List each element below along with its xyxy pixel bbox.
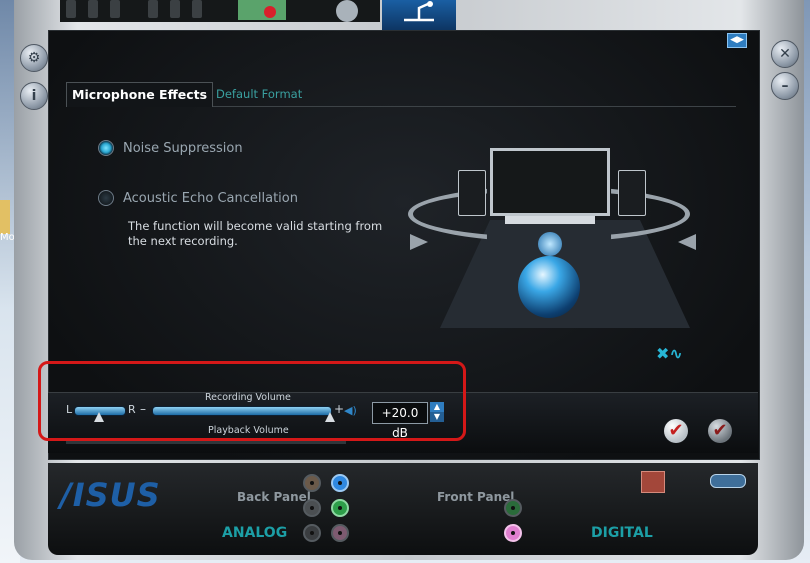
device-slot[interactable] [88, 0, 98, 18]
back-panel-label: Back Panel [237, 490, 311, 504]
gear-icon[interactable]: ⚙ [20, 44, 48, 72]
top-device-strip [60, 0, 380, 22]
highlight-box [38, 361, 466, 441]
tab-microphone-effects[interactable]: Microphone Effects [66, 82, 214, 107]
noise-suppression-radio[interactable] [98, 140, 114, 156]
tab-default-format[interactable]: Default Format [216, 82, 302, 106]
device-slot[interactable] [170, 0, 180, 18]
asus-logo: /ISUS [60, 476, 161, 514]
jack-back-6[interactable] [331, 524, 349, 542]
environment-tab[interactable] [238, 0, 286, 20]
play-icon[interactable] [336, 0, 358, 22]
note-line-2: the next recording. [128, 234, 238, 248]
jack-front-1[interactable] [504, 499, 522, 517]
front-panel-label: Front Panel [437, 490, 515, 504]
mute-effect-icon[interactable]: ✖∿ [656, 344, 688, 366]
left-arrow-icon [410, 234, 428, 250]
record-dot-icon [264, 6, 276, 18]
jack-back-2[interactable] [331, 474, 349, 492]
microphone-stand-icon [404, 1, 434, 22]
microphone-device-tab[interactable] [382, 0, 456, 32]
jack-back-1[interactable] [303, 474, 321, 492]
microphone-head-icon [538, 232, 562, 256]
right-speaker-icon [618, 170, 646, 216]
jack-front-2[interactable] [504, 524, 522, 542]
microphone-sphere-icon [518, 256, 580, 318]
jack-back-4[interactable] [331, 499, 349, 517]
jack-back-3[interactable] [303, 499, 321, 517]
device-slot[interactable] [192, 0, 202, 18]
device-slot[interactable] [66, 0, 76, 18]
jack-back-5[interactable] [303, 524, 321, 542]
noise-suppression-label: Noise Suppression [123, 141, 243, 156]
acoustic-echo-label: Acoustic Echo Cancellation [123, 191, 298, 206]
swap-arrows-icon[interactable]: ◀▶ [727, 33, 747, 48]
analog-label: ANALOG [222, 525, 288, 541]
tv-icon [490, 148, 610, 216]
info-icon[interactable]: i [20, 82, 48, 110]
right-arrow-icon [678, 234, 696, 250]
wrench-icon[interactable] [710, 474, 746, 488]
device-slot[interactable] [148, 0, 158, 18]
digital-output-icon[interactable] [641, 471, 665, 493]
check-disabled-icon[interactable]: ✔ [708, 419, 732, 443]
desktop-shortcut-icon[interactable] [0, 200, 10, 234]
tv-stand [505, 216, 595, 224]
note-line-1: The function will become valid starting … [128, 219, 383, 233]
left-speaker-icon [458, 170, 486, 216]
acoustic-echo-radio[interactable] [98, 190, 114, 206]
check-icon[interactable]: ✔ [664, 419, 688, 443]
device-slot[interactable] [110, 0, 120, 18]
close-icon[interactable]: ✕ [771, 40, 799, 68]
room-illustration [400, 138, 710, 338]
digital-label: DIGITAL [591, 525, 653, 541]
desktop-shortcut-label: Mo [0, 232, 15, 243]
minimize-icon[interactable]: – [771, 72, 799, 100]
